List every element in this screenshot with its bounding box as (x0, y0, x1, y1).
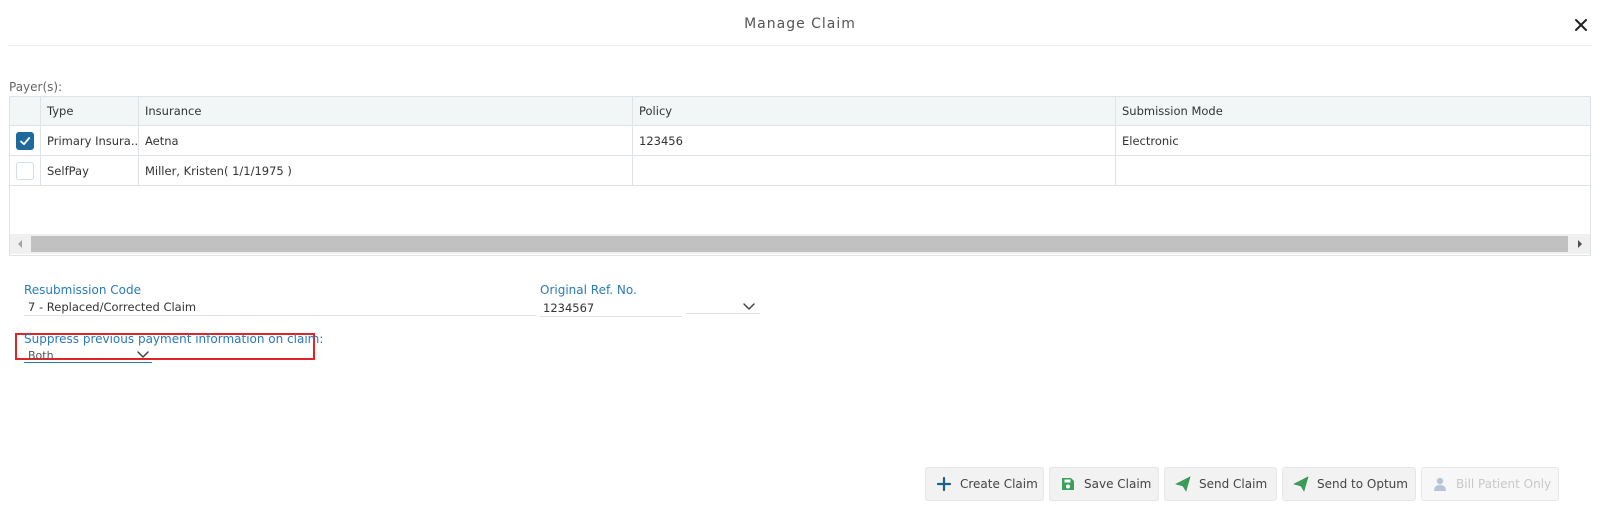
table-row[interactable]: Primary Insura... Aetna 123456 Electroni… (10, 126, 1590, 156)
resubmission-code-underline (24, 315, 536, 316)
scroll-left-arrow-icon[interactable] (10, 234, 30, 254)
checkmark-icon (20, 136, 31, 145)
cell-policy (633, 156, 1116, 185)
send-to-optum-label: Send to Optum (1317, 477, 1408, 491)
row-select-cell (10, 156, 41, 185)
payers-label: Payer(s): (9, 80, 63, 94)
send-icon (1293, 476, 1309, 492)
scroll-right-arrow-icon[interactable] (1570, 234, 1590, 254)
dialog-title: Manage Claim (744, 16, 856, 32)
chevron-down-icon[interactable] (136, 350, 150, 360)
original-ref-label: Original Ref. No. (540, 283, 637, 297)
suppress-payment-label: Suppress previous payment information on… (24, 332, 324, 346)
column-header-type[interactable]: Type (41, 97, 139, 125)
save-claim-label: Save Claim (1084, 477, 1152, 491)
table-row[interactable]: SelfPay Miller, Kristen( 1/1/1975 ) (10, 156, 1590, 186)
header-divider (8, 45, 1592, 46)
bill-patient-only-label: Bill Patient Only (1456, 477, 1552, 491)
payer-checkbox-primary[interactable] (16, 131, 34, 150)
header-select-cell (10, 97, 41, 125)
create-claim-button[interactable]: Create Claim (925, 467, 1044, 501)
cell-type: Primary Insura... (41, 126, 139, 155)
resubmission-code-label: Resubmission Code (24, 283, 141, 297)
column-header-submission-mode[interactable]: Submission Mode (1116, 97, 1590, 125)
suppress-payment-select[interactable]: Both (28, 349, 54, 362)
cell-policy: 123456 (633, 126, 1116, 155)
suppress-payment-underline (24, 362, 152, 363)
send-to-optum-button[interactable]: Send to Optum (1282, 467, 1416, 501)
plus-icon (936, 476, 952, 492)
send-icon (1175, 476, 1191, 492)
user-icon (1434, 477, 1446, 491)
cell-type: SelfPay (41, 156, 139, 185)
save-icon (1062, 478, 1074, 490)
original-ref-select-underline (686, 313, 760, 314)
cell-submission-mode (1116, 156, 1590, 185)
grid-header-row: Type Insurance Policy Submission Mode (10, 97, 1590, 126)
chevron-down-icon[interactable] (742, 302, 756, 312)
scrollbar-thumb[interactable] (31, 236, 1568, 252)
send-claim-label: Send Claim (1199, 477, 1268, 491)
send-claim-button[interactable]: Send Claim (1164, 467, 1277, 501)
cell-insurance: Miller, Kristen( 1/1/1975 ) (139, 156, 633, 185)
create-claim-label: Create Claim (960, 477, 1038, 491)
payers-grid: Type Insurance Policy Submission Mode Pr… (9, 96, 1591, 256)
cell-insurance: Aetna (139, 126, 633, 155)
column-header-policy[interactable]: Policy (633, 97, 1116, 125)
resubmission-code-input[interactable]: 7 - Replaced/Corrected Claim (28, 300, 196, 314)
cell-submission-mode: Electronic (1122, 133, 1179, 148)
dialog-header: Manage Claim (0, 0, 1600, 46)
bill-patient-only-button[interactable]: Bill Patient Only (1421, 467, 1559, 501)
horizontal-scrollbar[interactable] (10, 234, 1590, 254)
save-claim-button[interactable]: Save Claim (1049, 467, 1159, 501)
original-ref-input[interactable]: 1234567 (543, 301, 594, 315)
original-ref-underline (540, 316, 682, 317)
column-header-insurance[interactable]: Insurance (139, 97, 633, 125)
row-select-cell (10, 126, 41, 155)
close-icon[interactable] (1572, 16, 1590, 34)
payer-checkbox-selfpay[interactable] (16, 161, 34, 180)
